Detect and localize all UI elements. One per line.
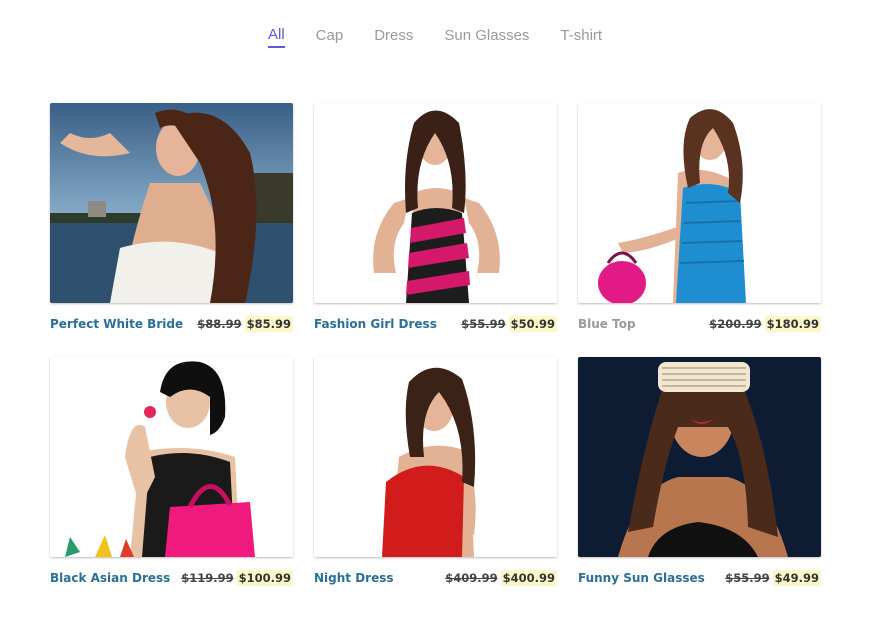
sale-price: $50.99 [508, 316, 557, 332]
product-price: $55.99 $50.99 [461, 316, 557, 332]
product-photo-fashion-girl [314, 103, 557, 303]
old-price: $200.99 [709, 317, 762, 331]
tab-sun-glasses[interactable]: Sun Glasses [444, 27, 529, 47]
old-price: $55.99 [725, 571, 770, 585]
product-name[interactable]: Perfect White Bride [50, 317, 183, 331]
product-image[interactable] [50, 357, 293, 557]
product-name[interactable]: Fashion Girl Dress [314, 317, 437, 331]
sale-price: $180.99 [764, 316, 821, 332]
tab-dress[interactable]: Dress [374, 27, 413, 47]
product-photo-black-asian-dress [50, 357, 293, 557]
tab-cap[interactable]: Cap [316, 27, 344, 47]
product-price: $55.99 $49.99 [725, 570, 821, 586]
product-photo-bride [50, 103, 293, 303]
product-price: $119.99 $100.99 [181, 570, 293, 586]
product-image[interactable] [314, 357, 557, 557]
sale-price: $400.99 [500, 570, 557, 586]
product-name[interactable]: Funny Sun Glasses [578, 571, 705, 585]
product-card[interactable]: Black Asian Dress $119.99 $100.99 [50, 357, 293, 586]
product-image[interactable] [50, 103, 293, 303]
product-price: $88.99 $85.99 [197, 316, 293, 332]
old-price: $55.99 [461, 317, 506, 331]
product-photo-blue-top [578, 103, 821, 303]
product-card[interactable]: Fashion Girl Dress $55.99 $50.99 [314, 103, 557, 332]
filter-tabs: All Cap Dress Sun Glasses T-shirt [268, 26, 602, 48]
product-price: $409.99 $400.99 [445, 570, 557, 586]
old-price: $119.99 [181, 571, 234, 585]
product-card[interactable]: Funny Sun Glasses $55.99 $49.99 [578, 357, 821, 586]
product-card[interactable]: Night Dress $409.99 $400.99 [314, 357, 557, 586]
tab-all[interactable]: All [268, 26, 285, 48]
sale-price: $49.99 [772, 570, 821, 586]
old-price: $409.99 [445, 571, 498, 585]
product-name[interactable]: Night Dress [314, 571, 394, 585]
product-photo-night-dress [314, 357, 557, 557]
product-card[interactable]: Perfect White Bride $88.99 $85.99 [50, 103, 293, 332]
product-name[interactable]: Blue Top [578, 317, 636, 331]
product-card[interactable]: Blue Top $200.99 $180.99 [578, 103, 821, 332]
sale-price: $100.99 [236, 570, 293, 586]
product-name[interactable]: Black Asian Dress [50, 571, 170, 585]
product-image[interactable] [314, 103, 557, 303]
product-image[interactable] [578, 103, 821, 303]
sale-price: $85.99 [244, 316, 293, 332]
product-photo-funny-sun-glasses [578, 357, 821, 557]
old-price: $88.99 [197, 317, 242, 331]
product-image[interactable] [578, 357, 821, 557]
product-price: $200.99 $180.99 [709, 316, 821, 332]
tab-t-shirt[interactable]: T-shirt [560, 27, 602, 47]
product-grid: Perfect White Bride $88.99 $85.99 Fashio… [50, 103, 821, 586]
